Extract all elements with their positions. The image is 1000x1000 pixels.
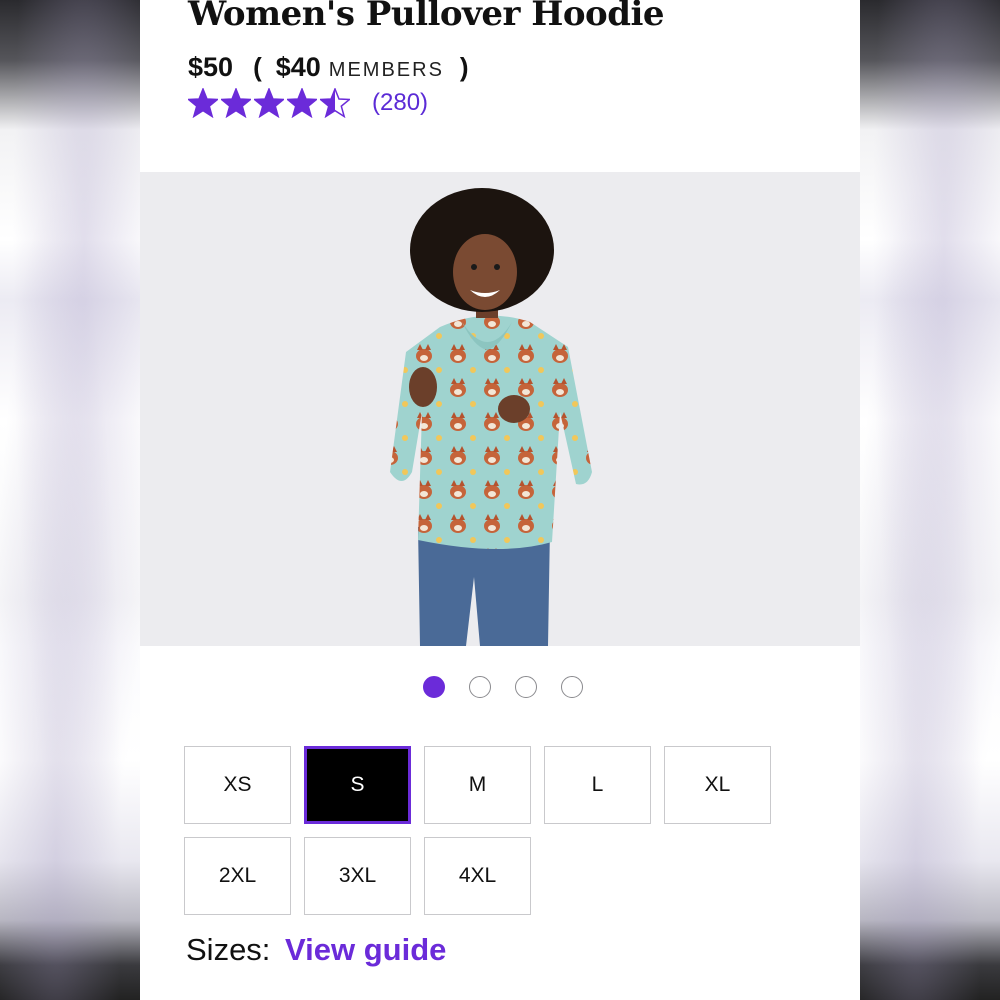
product-panel: Women's Pullover Hoodie $50 ( $40 MEMBER… [140, 0, 860, 1000]
star-icon [188, 88, 218, 118]
backdrop-right [860, 0, 1000, 1000]
view-guide-link[interactable]: View guide [285, 932, 446, 967]
member-price: $40 [275, 52, 321, 82]
price-paren-open: ( [253, 52, 262, 82]
size-option-2xl[interactable]: 2XL [184, 837, 291, 915]
size-option-3xl[interactable]: 3XL [304, 837, 411, 915]
members-label: MEMBERS [328, 59, 444, 81]
hoodie [390, 315, 592, 550]
star-icon [320, 88, 350, 118]
price-row: $50 ( $40 MEMBERS ) [188, 52, 469, 86]
carousel-dot-3[interactable] [515, 676, 537, 698]
backdrop-left [0, 0, 140, 1000]
image-carousel-dots [423, 676, 583, 698]
sizes-label: Sizes: [186, 932, 271, 967]
price-paren-close: ) [459, 52, 469, 82]
star-icon [287, 88, 317, 118]
model-wearing-hoodie-photo [390, 188, 592, 646]
price: $50 [188, 52, 234, 82]
carousel-dot-1[interactable] [423, 676, 445, 698]
size-option-l[interactable]: L [544, 746, 651, 824]
size-guide-row: Sizes: View guide [186, 932, 446, 968]
size-selector: XS S M L XL 2XL 3XL 4XL [184, 746, 784, 915]
carousel-dot-2[interactable] [469, 676, 491, 698]
size-option-m[interactable]: M [424, 746, 531, 824]
carousel-dot-4[interactable] [561, 676, 583, 698]
star-icon [254, 88, 284, 118]
size-option-4xl[interactable]: 4XL [424, 837, 531, 915]
rating-row[interactable]: (280) [188, 86, 428, 120]
face [453, 234, 517, 310]
product-title: Women's Pullover Hoodie [188, 0, 665, 34]
size-option-xl[interactable]: XL [664, 746, 771, 824]
product-image[interactable] [140, 172, 860, 646]
star-rating [188, 88, 350, 118]
star-icon [221, 88, 251, 118]
size-option-s[interactable]: S [304, 746, 411, 824]
review-count[interactable]: (280) [372, 89, 428, 117]
size-option-xs[interactable]: XS [184, 746, 291, 824]
